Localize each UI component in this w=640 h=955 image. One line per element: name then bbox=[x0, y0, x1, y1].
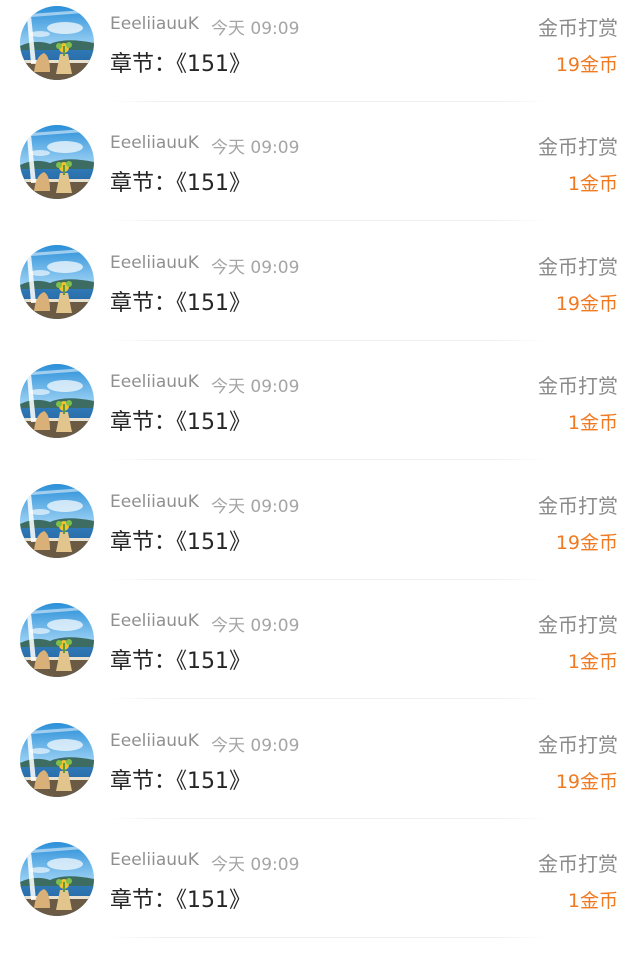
user-avatar-beach-window-icon bbox=[20, 6, 94, 80]
chapter-title: 章节：《151》 bbox=[110, 530, 251, 555]
reward-type-label: 金币打赏 bbox=[538, 494, 618, 518]
user-avatar[interactable] bbox=[20, 245, 94, 319]
user-avatar-beach-window-icon bbox=[20, 842, 94, 916]
reward-time: 今天 09:09 bbox=[211, 616, 300, 636]
reward-time: 今天 09:09 bbox=[211, 497, 300, 517]
reward-time: 今天 09:09 bbox=[211, 855, 300, 875]
row-divider bbox=[110, 579, 548, 580]
reward-record-row[interactable]: EeeliiauuK 今天 09:09 章节：《151》 金币打赏 1金币 bbox=[0, 119, 640, 238]
row-divider bbox=[110, 340, 548, 341]
username[interactable]: EeeliiauuK bbox=[110, 14, 199, 34]
reward-type-label: 金币打赏 bbox=[538, 733, 618, 757]
chapter-title: 章节：《151》 bbox=[110, 291, 251, 316]
reward-amount: 19金币 bbox=[555, 54, 618, 76]
reward-type-label: 金币打赏 bbox=[538, 374, 618, 398]
username[interactable]: EeeliiauuK bbox=[110, 253, 199, 273]
row-divider bbox=[110, 818, 548, 819]
username[interactable]: EeeliiauuK bbox=[110, 133, 199, 153]
reward-amount: 1金币 bbox=[567, 412, 618, 434]
reward-record-row[interactable]: EeeliiauuK 今天 09:09 章节：《151》 金币打赏 1金币 bbox=[0, 597, 640, 716]
chapter-title: 章节：《151》 bbox=[110, 52, 251, 77]
chapter-title: 章节：《151》 bbox=[110, 769, 251, 794]
row-divider bbox=[110, 220, 548, 221]
reward-amount: 1金币 bbox=[567, 890, 618, 912]
user-avatar-beach-window-icon bbox=[20, 484, 94, 558]
username[interactable]: EeeliiauuK bbox=[110, 611, 199, 631]
reward-record-row[interactable]: EeeliiauuK 今天 09:09 章节：《151》 金币打赏 1金币 bbox=[0, 836, 640, 955]
reward-type-label: 金币打赏 bbox=[538, 16, 618, 40]
user-avatar-beach-window-icon bbox=[20, 364, 94, 438]
row-divider bbox=[110, 937, 548, 938]
reward-record-row[interactable]: EeeliiauuK 今天 09:09 章节：《151》 金币打赏 19金币 bbox=[0, 478, 640, 597]
chapter-title: 章节：《151》 bbox=[110, 171, 251, 196]
chapter-title: 章节：《151》 bbox=[110, 649, 251, 674]
chapter-title: 章节：《151》 bbox=[110, 888, 251, 913]
username[interactable]: EeeliiauuK bbox=[110, 372, 199, 392]
reward-amount: 1金币 bbox=[567, 173, 618, 195]
user-avatar[interactable] bbox=[20, 723, 94, 797]
user-avatar[interactable] bbox=[20, 484, 94, 558]
reward-time: 今天 09:09 bbox=[211, 138, 300, 158]
chapter-title: 章节：《151》 bbox=[110, 410, 251, 435]
username[interactable]: EeeliiauuK bbox=[110, 492, 199, 512]
reward-type-label: 金币打赏 bbox=[538, 135, 618, 159]
user-avatar[interactable] bbox=[20, 364, 94, 438]
reward-record-row[interactable]: EeeliiauuK 今天 09:09 章节：《151》 金币打赏 1金币 bbox=[0, 358, 640, 477]
user-avatar-beach-window-icon bbox=[20, 603, 94, 677]
reward-record-row[interactable]: EeeliiauuK 今天 09:09 章节：《151》 金币打赏 19金币 bbox=[0, 717, 640, 836]
reward-type-label: 金币打赏 bbox=[538, 255, 618, 279]
row-divider bbox=[110, 459, 548, 460]
username[interactable]: EeeliiauuK bbox=[110, 850, 199, 870]
reward-record-list: EeeliiauuK 今天 09:09 章节：《151》 金币打赏 19金币 E… bbox=[0, 0, 640, 938]
row-divider bbox=[110, 101, 548, 102]
user-avatar-beach-window-icon bbox=[20, 125, 94, 199]
username[interactable]: EeeliiauuK bbox=[110, 731, 199, 751]
reward-amount: 19金币 bbox=[555, 771, 618, 793]
user-avatar[interactable] bbox=[20, 842, 94, 916]
reward-time: 今天 09:09 bbox=[211, 377, 300, 397]
reward-time: 今天 09:09 bbox=[211, 736, 300, 756]
reward-amount: 19金币 bbox=[555, 293, 618, 315]
reward-amount: 1金币 bbox=[567, 651, 618, 673]
reward-type-label: 金币打赏 bbox=[538, 613, 618, 637]
user-avatar-beach-window-icon bbox=[20, 245, 94, 319]
row-divider bbox=[110, 698, 548, 699]
reward-time: 今天 09:09 bbox=[211, 258, 300, 278]
reward-type-label: 金币打赏 bbox=[538, 852, 618, 876]
reward-record-row[interactable]: EeeliiauuK 今天 09:09 章节：《151》 金币打赏 19金币 bbox=[0, 0, 640, 119]
user-avatar[interactable] bbox=[20, 6, 94, 80]
reward-record-row[interactable]: EeeliiauuK 今天 09:09 章节：《151》 金币打赏 19金币 bbox=[0, 239, 640, 358]
reward-time: 今天 09:09 bbox=[211, 19, 300, 39]
user-avatar[interactable] bbox=[20, 125, 94, 199]
reward-amount: 19金币 bbox=[555, 532, 618, 554]
user-avatar-beach-window-icon bbox=[20, 723, 94, 797]
user-avatar[interactable] bbox=[20, 603, 94, 677]
